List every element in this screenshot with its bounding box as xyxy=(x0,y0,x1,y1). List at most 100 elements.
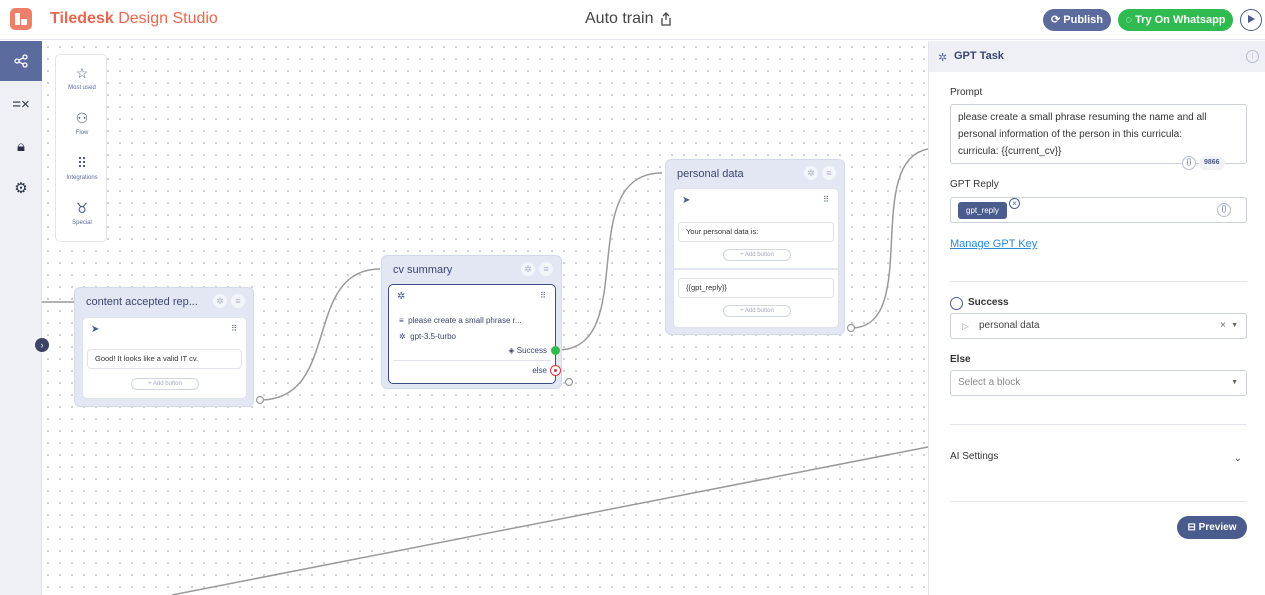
success-text: Success xyxy=(516,346,547,355)
action-card[interactable]: ➤ ⠿ Good! It looks like a valid IT cv. +… xyxy=(82,317,247,399)
try-whatsapp-button[interactable]: ◌ Try On Whatsapp xyxy=(1118,9,1233,31)
gpt-icon: ✲ xyxy=(938,52,948,64)
prompt-label: Prompt xyxy=(950,87,983,98)
ai-settings-toggle[interactable]: AI Settings xyxy=(950,451,998,462)
variable-chip[interactable]: gpt_reply xyxy=(958,202,1007,219)
gpt-task-panel: ✲ GPT Task i Prompt please create a smal… xyxy=(928,41,1265,595)
flow-canvas[interactable]: ☆ Most used ⚇ Flow ⠿ Integrations ♉︎ Spe… xyxy=(42,41,928,595)
block-content-accepted[interactable]: content accepted rep... ✲ ≡ ➤ ⠿ Good! It … xyxy=(74,287,254,407)
prompt-textarea[interactable]: please create a small phrase resuming th… xyxy=(950,104,1247,164)
add-button[interactable]: + Add button xyxy=(723,305,791,317)
play-icon[interactable] xyxy=(1240,9,1262,31)
model-text: gpt-3.5-turbo xyxy=(410,332,456,341)
ai-icon[interactable]: ✲ xyxy=(213,294,227,308)
ai-icon[interactable]: ✲ xyxy=(521,262,535,276)
drag-handle-icon[interactable]: ⠿ xyxy=(231,324,238,333)
prompt-line: curricula: {{current_cv}} xyxy=(958,146,1062,157)
block-title: content accepted rep... xyxy=(86,296,198,308)
divider xyxy=(674,268,838,270)
star-icon: ☆ xyxy=(75,65,89,81)
block-title: cv summary xyxy=(393,264,453,276)
message-text[interactable]: Your personal data is: xyxy=(678,222,834,242)
menu-icon[interactable]: ≡ xyxy=(539,262,553,276)
else-port[interactable] xyxy=(550,365,561,376)
char-count: 9866 xyxy=(1199,156,1225,170)
palette-label: Integrations xyxy=(66,175,98,181)
top-header: Tiledesk Design Studio Auto train ⟳ Publ… xyxy=(0,0,1265,40)
action-card[interactable]: ➤ ⠿ Your personal data is: + Add button … xyxy=(673,188,839,328)
rail-flow-icon[interactable] xyxy=(0,41,42,81)
gpt-task-card[interactable]: ✲ ⠿ ≡ please create a small phrase r... … xyxy=(388,284,561,384)
brand-bold: Tiledesk xyxy=(50,10,114,27)
whatsapp-icon: ◌ xyxy=(1125,14,1132,26)
grid-icon: ⠿ xyxy=(76,155,88,171)
block-cv-summary[interactable]: cv summary ✲ ≡ ✲ ⠿ ≡ please create a smal… xyxy=(381,255,562,389)
palette-integrations[interactable]: ⠿ Integrations xyxy=(56,155,108,181)
gpt-reply-field[interactable]: gpt_reply × {} xyxy=(950,197,1247,223)
add-button[interactable]: + Add button xyxy=(131,378,199,390)
special-icon: ♉︎ xyxy=(75,200,89,216)
flow-icon: ⚇ xyxy=(75,110,89,126)
palette-label: Special xyxy=(72,220,92,226)
palette-most-used[interactable]: ☆ Most used xyxy=(56,65,108,91)
success-label: Success xyxy=(968,297,1009,308)
palette-special[interactable]: ♉︎ Special xyxy=(56,200,108,226)
prompt-line: please create a small phrase resuming th… xyxy=(958,112,1207,123)
clear-icon[interactable]: × xyxy=(1220,314,1226,338)
block-personal-data[interactable]: personal data ✲ ≡ ➤ ⠿ Your personal data … xyxy=(665,159,845,335)
prompt-text: please create a small phrase r... xyxy=(408,316,522,325)
insert-variable-icon[interactable]: {} xyxy=(1217,203,1231,217)
block-actions: ✲ ≡ xyxy=(209,294,245,308)
insert-variable-icon[interactable]: {} xyxy=(1182,156,1196,170)
palette-label: Most used xyxy=(68,85,96,91)
message-text[interactable]: Good! It looks like a valid IT cv. xyxy=(87,349,242,369)
preview-button[interactable]: ⊟ Preview xyxy=(1177,516,1247,539)
chevron-down-icon: ▼ xyxy=(1231,379,1238,386)
expand-sidebar-icon[interactable]: › xyxy=(35,338,49,352)
preview-label: Preview xyxy=(1198,522,1237,533)
panel-header: ✲ GPT Task i xyxy=(929,41,1265,72)
divider xyxy=(950,424,1247,425)
success-port[interactable] xyxy=(551,346,560,355)
block-icon: ▷ xyxy=(962,321,969,331)
rail-lock-icon[interactable]: 🔒︎ xyxy=(0,127,42,167)
preview-icon: ⊟ xyxy=(1187,522,1196,533)
prompt-line: personal information of the person in th… xyxy=(958,129,1183,140)
add-button[interactable]: + Add button xyxy=(723,249,791,261)
menu-icon[interactable]: ≡ xyxy=(231,294,245,308)
share-icon[interactable] xyxy=(660,12,672,26)
manage-gpt-key-link[interactable]: Manage GPT Key xyxy=(950,238,1037,250)
reply-label: GPT Reply xyxy=(950,179,999,190)
publish-label: Publish xyxy=(1063,14,1103,26)
gpt-icon: ✲ xyxy=(397,291,406,302)
block-palette: ☆ Most used ⚇ Flow ⠿ Integrations ♉︎ Spe… xyxy=(55,54,107,242)
close-icon[interactable]: × xyxy=(1009,198,1020,209)
info-icon[interactable]: i xyxy=(1246,50,1259,63)
publish-button[interactable]: ⟳ Publish xyxy=(1043,9,1111,31)
brand-rest: Design Studio xyxy=(118,10,218,27)
page-title: Auto train xyxy=(585,10,654,27)
refresh-icon: ⟳ xyxy=(1050,14,1061,26)
divider xyxy=(950,281,1247,282)
drag-handle-icon[interactable]: ⠿ xyxy=(823,195,830,204)
block-actions: ✲ ≡ xyxy=(800,166,836,180)
palette-label: Flow xyxy=(75,130,89,136)
else-placeholder: Select a block xyxy=(958,377,1021,388)
ai-icon[interactable]: ✲ xyxy=(804,166,818,180)
menu-icon[interactable]: ≡ xyxy=(822,166,836,180)
success-icon xyxy=(950,297,963,310)
flow-icon xyxy=(14,54,28,68)
else-select[interactable]: Select a block ▼ xyxy=(950,370,1247,396)
rail-settings-icon[interactable]: ⚙ xyxy=(0,169,42,209)
chevron-down-icon[interactable]: ⌄ xyxy=(1234,453,1242,464)
divider xyxy=(393,360,551,361)
rail-intents-icon[interactable]: =× xyxy=(0,85,42,125)
success-value: personal data xyxy=(979,320,1040,331)
success-select[interactable]: ▷ personal data × ▼ xyxy=(950,313,1247,339)
send-icon: ➤ xyxy=(91,324,100,335)
palette-flow[interactable]: ⚇ Flow xyxy=(56,110,108,136)
message-text[interactable]: {{gpt_reply}} xyxy=(678,278,834,298)
drag-handle-icon[interactable]: ⠿ xyxy=(540,291,547,300)
tiledesk-logo[interactable] xyxy=(10,8,32,30)
app-brand: Tiledesk Design Studio xyxy=(50,10,218,28)
